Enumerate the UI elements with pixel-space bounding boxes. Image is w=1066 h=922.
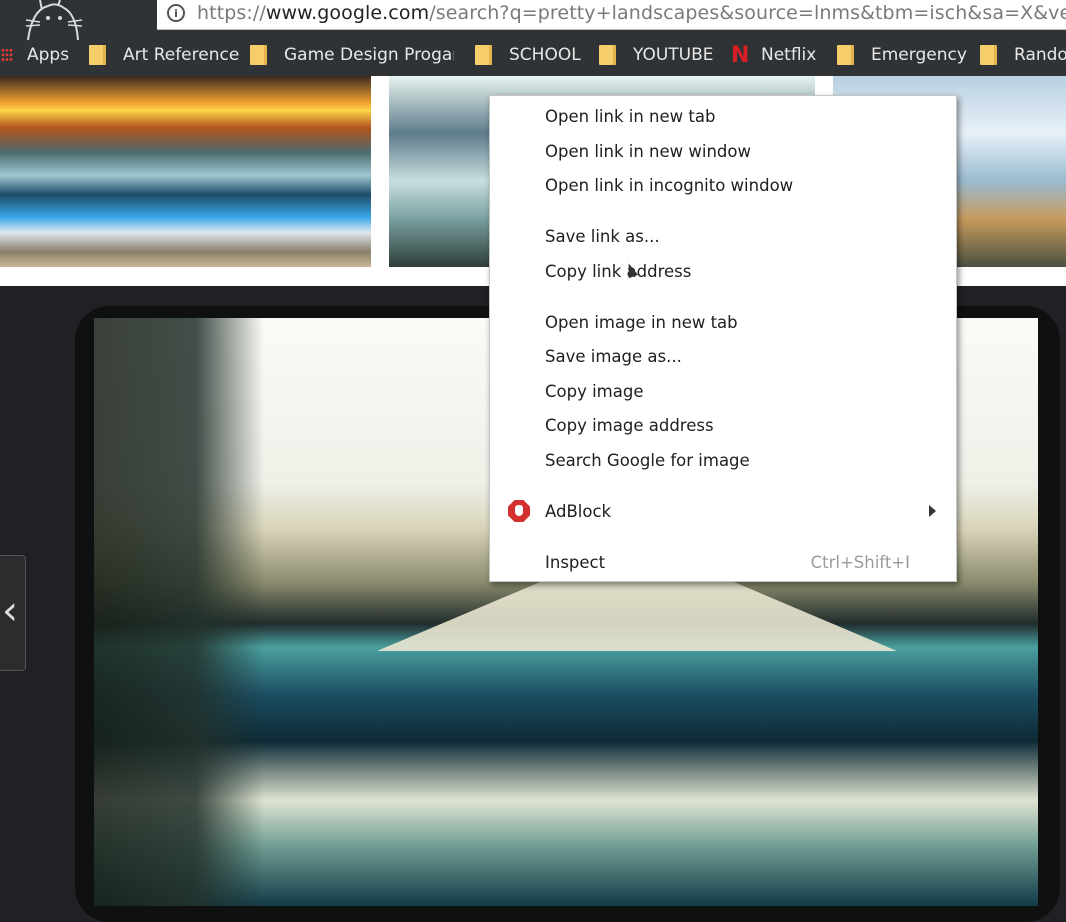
menu-item-copy-image-address[interactable]: Copy image address — [545, 416, 714, 435]
tree-silhouette — [94, 318, 264, 906]
netflix-icon: N — [731, 42, 750, 68]
bookmark-rando[interactable]: Rando — [980, 38, 1066, 72]
info-icon[interactable]: i — [167, 4, 185, 22]
menu-item-open-link-new-tab[interactable]: Open link in new tab — [545, 107, 715, 126]
bookmark-label: SCHOOL — [509, 45, 581, 65]
bookmark-label: Apps — [27, 45, 70, 65]
bookmark-label: Art Reference — [123, 45, 240, 65]
adblock-icon — [508, 500, 530, 522]
bookmark-youtube[interactable]: YOUTUBE — [599, 38, 714, 72]
folder-icon — [980, 45, 997, 65]
url-domain: www.google.com — [265, 2, 430, 24]
chevron-left-icon: ‹ — [2, 588, 18, 634]
url-text[interactable]: https://www.google.com/search?q=pretty+l… — [197, 2, 1066, 24]
bookmarks-bar: Apps Art Reference Game Design Progam SC… — [0, 38, 1066, 74]
bookmark-label: Emergency — [871, 45, 967, 65]
address-bar[interactable]: i https://www.google.com/search?q=pretty… — [157, 0, 1066, 30]
menu-item-copy-link-address[interactable]: Copy link address — [545, 262, 691, 281]
bookmark-label: Rando — [1014, 45, 1066, 65]
menu-item-open-link-new-window[interactable]: Open link in new window — [545, 142, 751, 161]
bookmark-netflix[interactable]: N Netflix — [731, 38, 816, 72]
menu-item-open-link-incognito[interactable]: Open link in incognito window — [545, 176, 793, 195]
browser-chrome: i https://www.google.com/search?q=pretty… — [0, 0, 1066, 76]
inspect-shortcut: Ctrl+Shift+I — [810, 553, 910, 572]
bookmark-label: Netflix — [761, 45, 817, 65]
bookmark-game-design[interactable]: Game Design Progam — [250, 38, 454, 72]
apps-grid-icon — [1, 48, 13, 62]
menu-item-save-link-as[interactable]: Save link as... — [545, 227, 660, 246]
bookmark-label: YOUTUBE — [633, 45, 714, 65]
bookmark-art-reference[interactable]: Art Reference — [89, 38, 239, 72]
bookmark-label: Game Design Progam — [284, 45, 454, 65]
context-menu: Open link in new tab Open link in new wi… — [489, 95, 957, 582]
submenu-arrow-icon — [929, 505, 936, 517]
bookmark-school[interactable]: SCHOOL — [475, 38, 581, 72]
result-thumbnail-sunset-beach[interactable] — [0, 76, 371, 267]
menu-item-search-google-image[interactable]: Search Google for image — [545, 451, 750, 470]
menu-item-open-image-new-tab[interactable]: Open image in new tab — [545, 313, 738, 332]
menu-item-inspect[interactable]: Inspect — [545, 553, 605, 572]
folder-icon — [475, 45, 492, 65]
menu-item-adblock[interactable]: AdBlock — [545, 502, 611, 521]
menu-item-copy-image[interactable]: Copy image — [545, 382, 644, 401]
folder-icon — [250, 45, 267, 65]
folder-icon — [89, 45, 106, 65]
folder-icon — [837, 45, 854, 65]
menu-item-save-image-as[interactable]: Save image as... — [545, 347, 682, 366]
bookmark-apps[interactable]: Apps — [1, 38, 69, 72]
folder-icon — [599, 45, 616, 65]
previous-image-button[interactable]: ‹ — [0, 555, 26, 671]
bookmark-emergency[interactable]: Emergency — [837, 38, 967, 72]
